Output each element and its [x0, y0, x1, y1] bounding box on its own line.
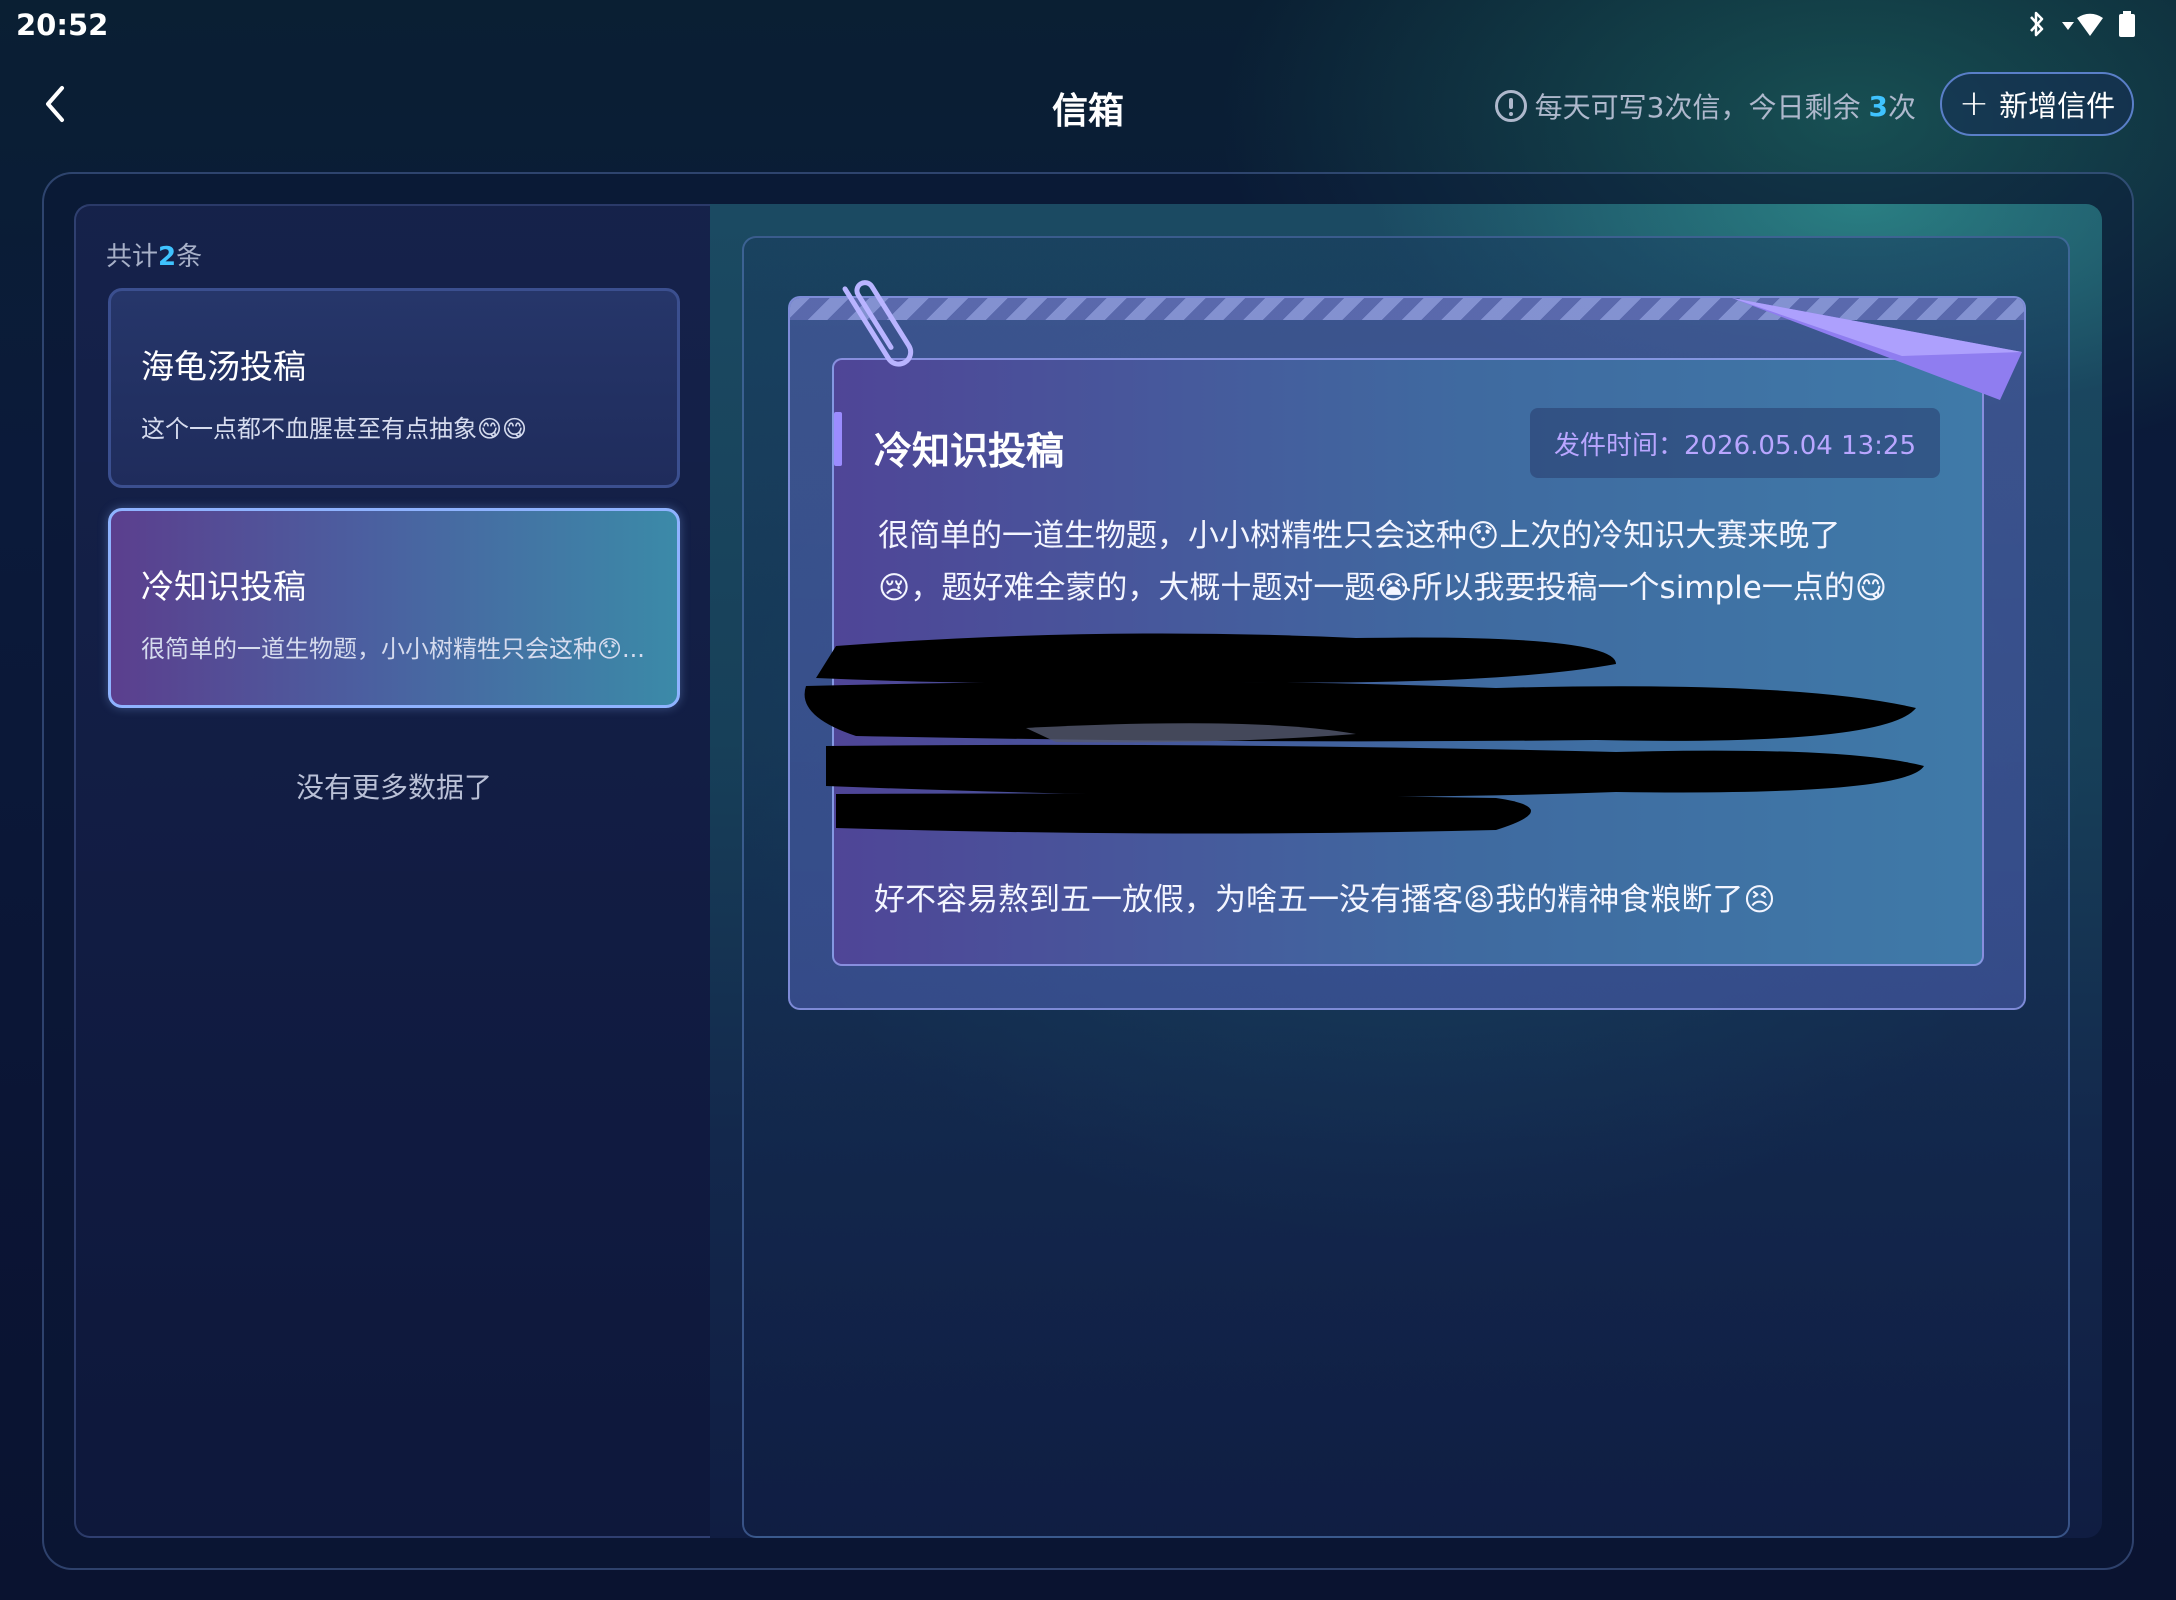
- letter-body-line: 很简单的一道生物题，小小树精牲只会这种😯上次的冷知识大赛来晚了: [878, 518, 1841, 554]
- letter-body-line: 😢，题好难全蒙的，大概十题对一题😭所以我要投稿一个simple一点的😋: [878, 570, 1888, 606]
- count-suffix: 条: [176, 242, 203, 272]
- letter-card-preview: 这个一点都不血腥甚至有点抽象😋😋: [141, 414, 528, 443]
- letter-body: 很简单的一道生物题，小小树精牲只会这种😯上次的冷知识大赛来晚了 😢，题好难全蒙的…: [878, 510, 1948, 614]
- quota-prefix: 每天可写3次信，今日剩余: [1534, 91, 1861, 124]
- chevron-left-icon: [46, 86, 64, 122]
- status-bar: 20:52: [0, 0, 2176, 52]
- count-value: 2: [158, 242, 177, 272]
- letter-card-trivia[interactable]: 冷知识投稿 很简单的一道生物题，小小树精牲只会这种😯...: [108, 508, 680, 708]
- letter-title: 冷知识投稿: [874, 429, 1065, 473]
- letter-body-line: 好不容易熬到五一放假，为啥五一没有播客😫我的精神食粮断了😣: [874, 882, 1776, 918]
- daily-quota: 每天可写3次信，今日剩余 3 次: [1494, 86, 1916, 126]
- no-more-data: 没有更多数据了: [295, 771, 492, 804]
- quota-suffix: 次: [1887, 91, 1916, 124]
- title-accent-bar: [834, 412, 842, 466]
- back-button[interactable]: [36, 80, 76, 128]
- wifi-icon: [2062, 13, 2103, 36]
- status-icons: [2028, 10, 2136, 38]
- letter-card-title: 冷知识投稿: [141, 567, 306, 606]
- letter-list-panel: 共计2条 海龟汤投稿 这个一点都不血腥甚至有点抽象😋😋 冷知识投稿 很简单的一道…: [74, 204, 710, 1538]
- letter-card-title: 海龟汤投稿: [141, 347, 306, 386]
- bluetooth-icon: [2030, 11, 2044, 37]
- plus-icon: +: [1958, 83, 1990, 124]
- new-letter-label: 新增信件: [1999, 89, 2116, 123]
- sent-time-badge: 发件时间：2026.05.04 13:25: [1529, 408, 1940, 478]
- battery-icon: [2119, 11, 2135, 37]
- total-count: 共计2条: [106, 236, 202, 273]
- redacted-scribble: [804, 633, 1924, 834]
- new-letter-button[interactable]: + 新增信件: [1940, 72, 2134, 136]
- info-icon: [1494, 90, 1527, 122]
- status-time: 20:52: [16, 8, 109, 42]
- paperclip-icon: [842, 280, 914, 367]
- count-prefix: 共计: [106, 242, 159, 272]
- letter-card-preview: 很简单的一道生物题，小小树精牲只会这种😯...: [141, 634, 645, 663]
- quota-remaining: 3: [1868, 89, 1888, 123]
- letter-card-turtle-soup[interactable]: 海龟汤投稿 这个一点都不血腥甚至有点抽象😋😋: [108, 288, 680, 488]
- folded-corner-icon: [1732, 298, 2022, 400]
